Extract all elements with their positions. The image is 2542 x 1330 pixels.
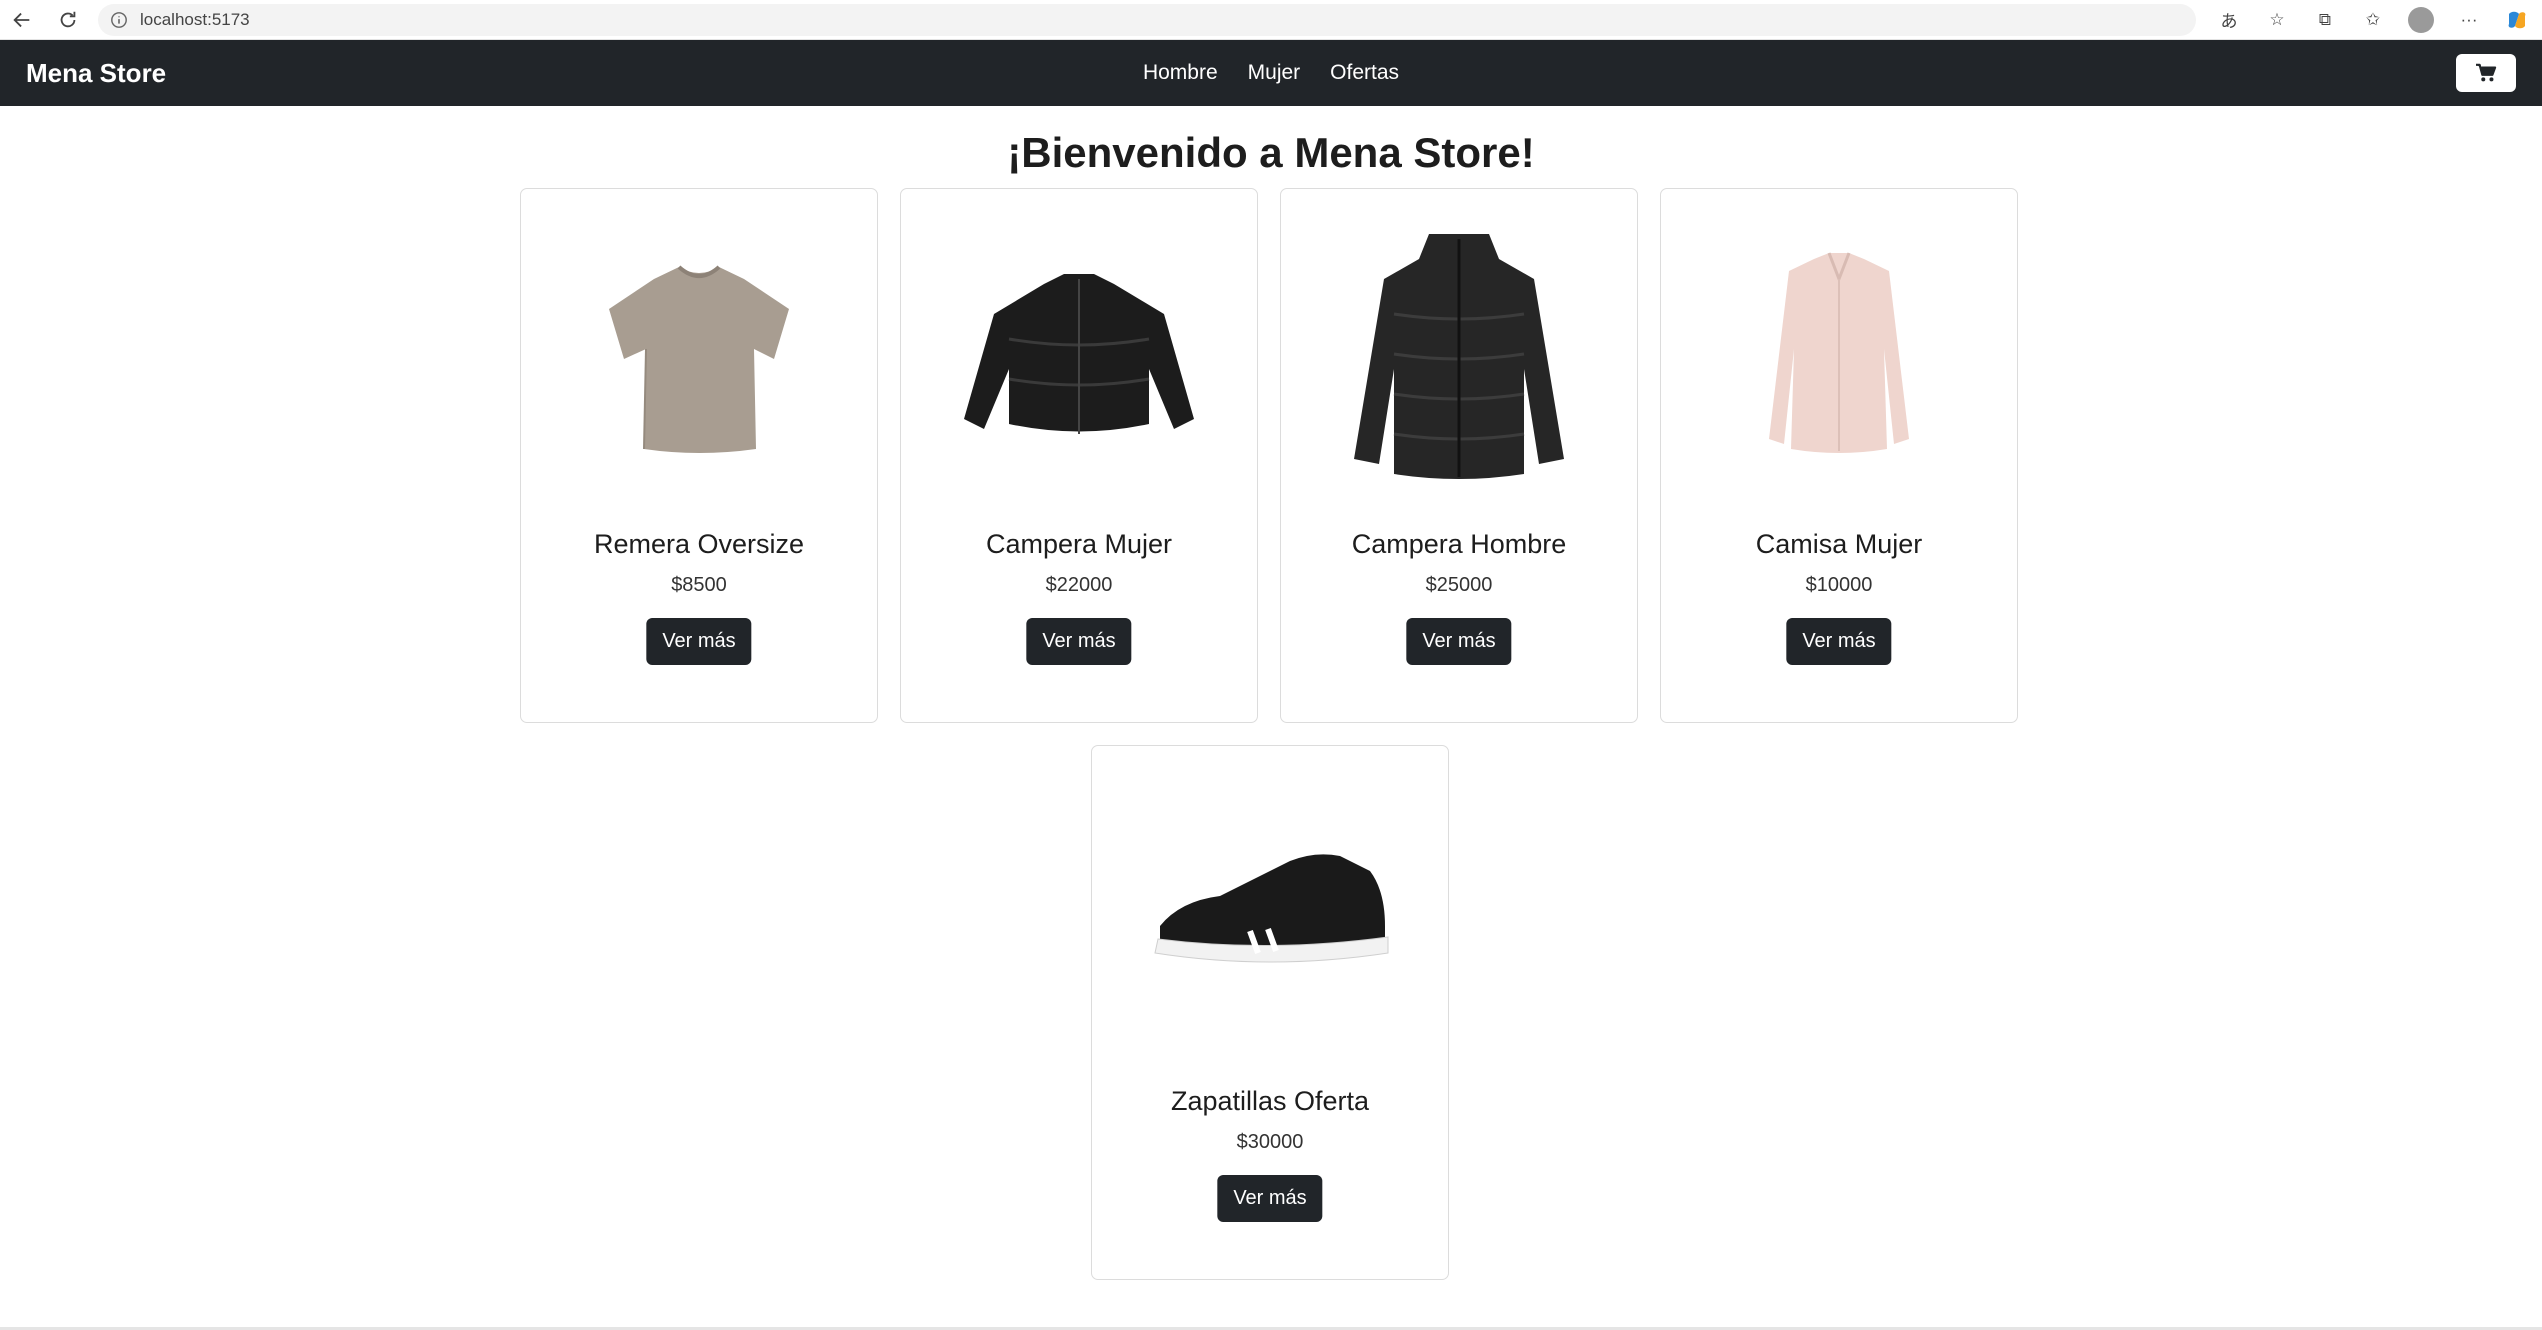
product-card: Campera Mujer $22000 Ver más bbox=[900, 188, 1258, 723]
ver-mas-button[interactable]: Ver más bbox=[1217, 1175, 1323, 1222]
ver-mas-button[interactable]: Ver más bbox=[646, 618, 752, 665]
product-price: $10000 bbox=[1805, 574, 1873, 596]
product-card: Remera Oversize $8500 Ver más bbox=[520, 188, 878, 723]
site-navbar: Mena Store Hombre Mujer Ofertas bbox=[0, 40, 2542, 106]
favorites-icon[interactable]: ✩ bbox=[2360, 7, 2386, 33]
profile-avatar[interactable] bbox=[2408, 6, 2434, 33]
product-name: Zapatillas Oferta bbox=[1170, 1086, 1370, 1116]
sneaker-image[interactable] bbox=[1092, 776, 1448, 1046]
cart-button[interactable] bbox=[2456, 54, 2516, 92]
nav-link-ofertas[interactable]: Ofertas bbox=[1330, 61, 1399, 85]
product-name: Campera Mujer bbox=[985, 529, 1173, 559]
nav-link-mujer[interactable]: Mujer bbox=[1248, 61, 1301, 85]
ver-mas-button[interactable]: Ver más bbox=[1786, 618, 1892, 665]
product-card: Campera Hombre $25000 Ver más bbox=[1280, 188, 1638, 723]
reload-icon bbox=[60, 11, 76, 27]
ver-mas-button[interactable]: Ver más bbox=[1406, 618, 1512, 665]
product-card: Zapatillas Oferta $30000 Ver más bbox=[1091, 745, 1449, 1280]
page-title: ¡Bienvenido a Mena Store! bbox=[1007, 129, 1535, 176]
nav-link-hombre[interactable]: Hombre bbox=[1143, 61, 1218, 85]
back-button[interactable] bbox=[6, 4, 38, 36]
copilot-icon[interactable] bbox=[2504, 7, 2530, 33]
puffer-jacket-men-image[interactable] bbox=[1281, 219, 1637, 489]
star-icon[interactable]: ☆ bbox=[2264, 7, 2290, 33]
product-grid: Remera Oversize $8500 Ver más Campera Mu… bbox=[0, 188, 2542, 1288]
tshirt-image[interactable] bbox=[521, 219, 877, 489]
brand-logo[interactable]: Mena Store bbox=[26, 58, 166, 89]
shirt-image[interactable] bbox=[1661, 219, 2017, 489]
nav-links: Hombre Mujer Ofertas bbox=[0, 61, 2542, 85]
product-name: Camisa Mujer bbox=[1755, 529, 1923, 559]
address-bar[interactable]: localhost:5173 bbox=[98, 3, 2196, 36]
more-icon[interactable]: ··· bbox=[2456, 7, 2482, 33]
browser-toolbar: localhost:5173 あ ☆ ⧉ ✩ ··· bbox=[0, 0, 2542, 40]
product-price: $25000 bbox=[1425, 574, 1493, 596]
product-name: Campera Hombre bbox=[1351, 529, 1567, 559]
product-price: $8500 bbox=[671, 574, 727, 596]
translate-icon[interactable]: あ bbox=[2216, 7, 2242, 33]
url-text: localhost:5173 bbox=[140, 9, 250, 29]
ver-mas-button[interactable]: Ver más bbox=[1026, 618, 1132, 665]
product-name: Remera Oversize bbox=[593, 529, 805, 559]
cart-icon bbox=[2476, 63, 2497, 82]
extensions-icon[interactable]: ⧉ bbox=[2312, 7, 2338, 33]
back-arrow-icon bbox=[13, 12, 30, 27]
puffer-jacket-women-image[interactable] bbox=[901, 219, 1257, 489]
reload-button[interactable] bbox=[52, 4, 84, 36]
product-price: $30000 bbox=[1236, 1131, 1304, 1153]
site-info-icon[interactable] bbox=[110, 11, 128, 29]
product-card: Camisa Mujer $10000 Ver más bbox=[1660, 188, 2018, 723]
product-price: $22000 bbox=[1045, 574, 1113, 596]
